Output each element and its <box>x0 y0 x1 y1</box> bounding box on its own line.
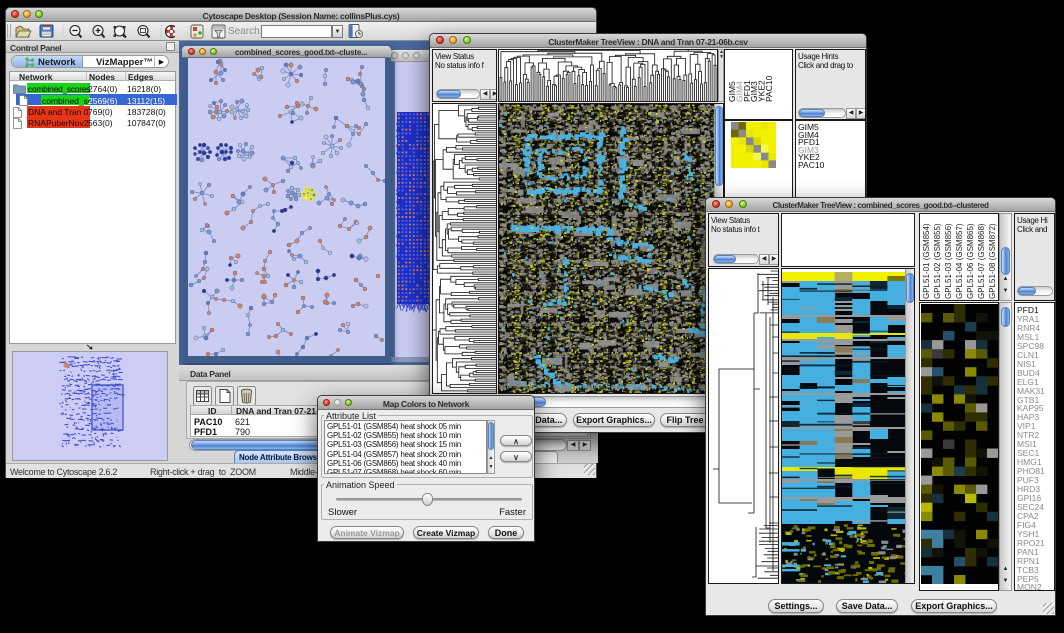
svg-text:GPL51-06 (GSM865): GPL51-06 (GSM865) <box>966 223 975 299</box>
svg-text:GPL51-03 (GSM856): GPL51-03 (GSM856) <box>944 223 953 299</box>
svg-text:GPL51-01 (GSM854): GPL51-01 (GSM854) <box>922 223 931 299</box>
svg-text:GPL51-08 (GSM872): GPL51-08 (GSM872) <box>988 223 997 299</box>
svg-text:GPL51-02 (GSM855): GPL51-02 (GSM855) <box>933 223 942 299</box>
svg-text:GPL51-07 (GSM868): GPL51-07 (GSM868) <box>977 223 986 299</box>
svg-text:PAC10: PAC10 <box>764 75 774 102</box>
svg-text:GPL51-04 (GSM857): GPL51-04 (GSM857) <box>955 223 964 299</box>
